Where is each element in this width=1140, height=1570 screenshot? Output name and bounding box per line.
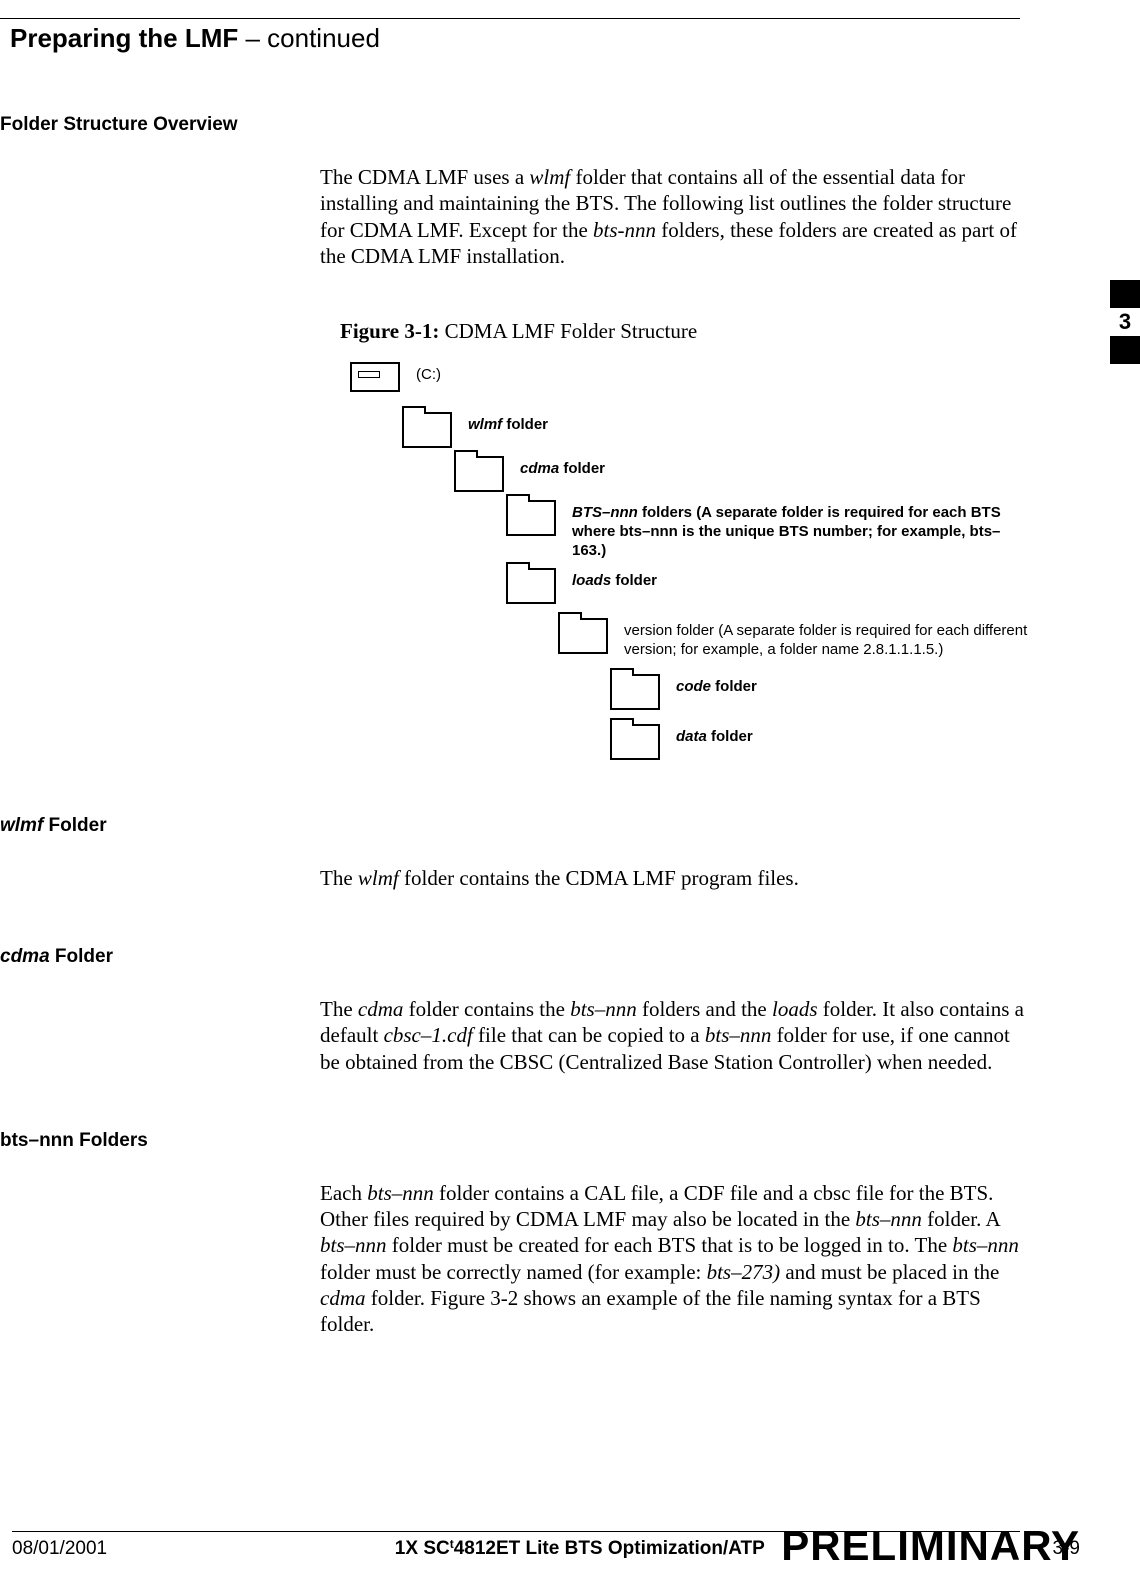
folder-icon (558, 618, 608, 654)
folder-icon (402, 412, 452, 448)
figure-caption: Figure 3-1: CDMA LMF Folder Structure (340, 319, 1080, 344)
folder-icon (506, 568, 556, 604)
footer-date: 08/01/2001 (12, 1538, 107, 1560)
wlmf-paragraph: The wlmf folder contains the CDMA LMF pr… (320, 865, 1030, 891)
section-heading-overview: Folder Structure Overview (0, 114, 1080, 136)
folder-icon (454, 456, 504, 492)
wlmf-folder-heading: wlmf Folder (0, 815, 1080, 837)
bts-folder-label: BTS–nnn folders (A separate folder is re… (572, 500, 1002, 560)
cdma-folder-heading: cdma Folder (0, 946, 1080, 968)
drive-icon (350, 362, 400, 392)
preliminary-watermark: PRELIMINARY (781, 1522, 1080, 1570)
overview-paragraph: The CDMA LMF uses a wlmf folder that con… (320, 164, 1030, 269)
drive-label: (C:) (416, 362, 441, 385)
folder-icon (506, 500, 556, 536)
bts-paragraph: Each bts–nnn folder contains a CAL file,… (320, 1180, 1030, 1338)
cdma-folder-label: cdma folder (520, 456, 605, 479)
folder-icon (610, 674, 660, 710)
heading-title: Preparing the LMF (10, 23, 238, 53)
bts-folders-heading: bts–nnn Folders (0, 1130, 1080, 1152)
code-folder-label: code folder (676, 674, 757, 697)
loads-folder-label: loads folder (572, 568, 657, 591)
page-footer: 08/01/2001 1X SCt4812ET Lite BTS Optimiz… (0, 1515, 1140, 1566)
footer-doc-title: 1X SCt4812ET Lite BTS Optimization/ATP (395, 1538, 765, 1560)
wlmf-folder-label: wlmf folder (468, 412, 548, 435)
data-folder-label: data folder (676, 724, 753, 747)
folder-icon (610, 724, 660, 760)
heading-suffix: – continued (238, 23, 380, 53)
side-tab: 3 (1110, 280, 1140, 364)
folder-tree-diagram: (C:) wlmf folder cdma folder BTS–nnn fol… (350, 362, 1080, 760)
chapter-tab-number: 3 (1110, 308, 1140, 336)
cdma-paragraph: The cdma folder contains the bts–nnn fol… (320, 996, 1030, 1075)
page-heading: Preparing the LMF – continued (0, 23, 1080, 54)
version-folder-label: version folder (A separate folder is req… (624, 618, 1054, 660)
